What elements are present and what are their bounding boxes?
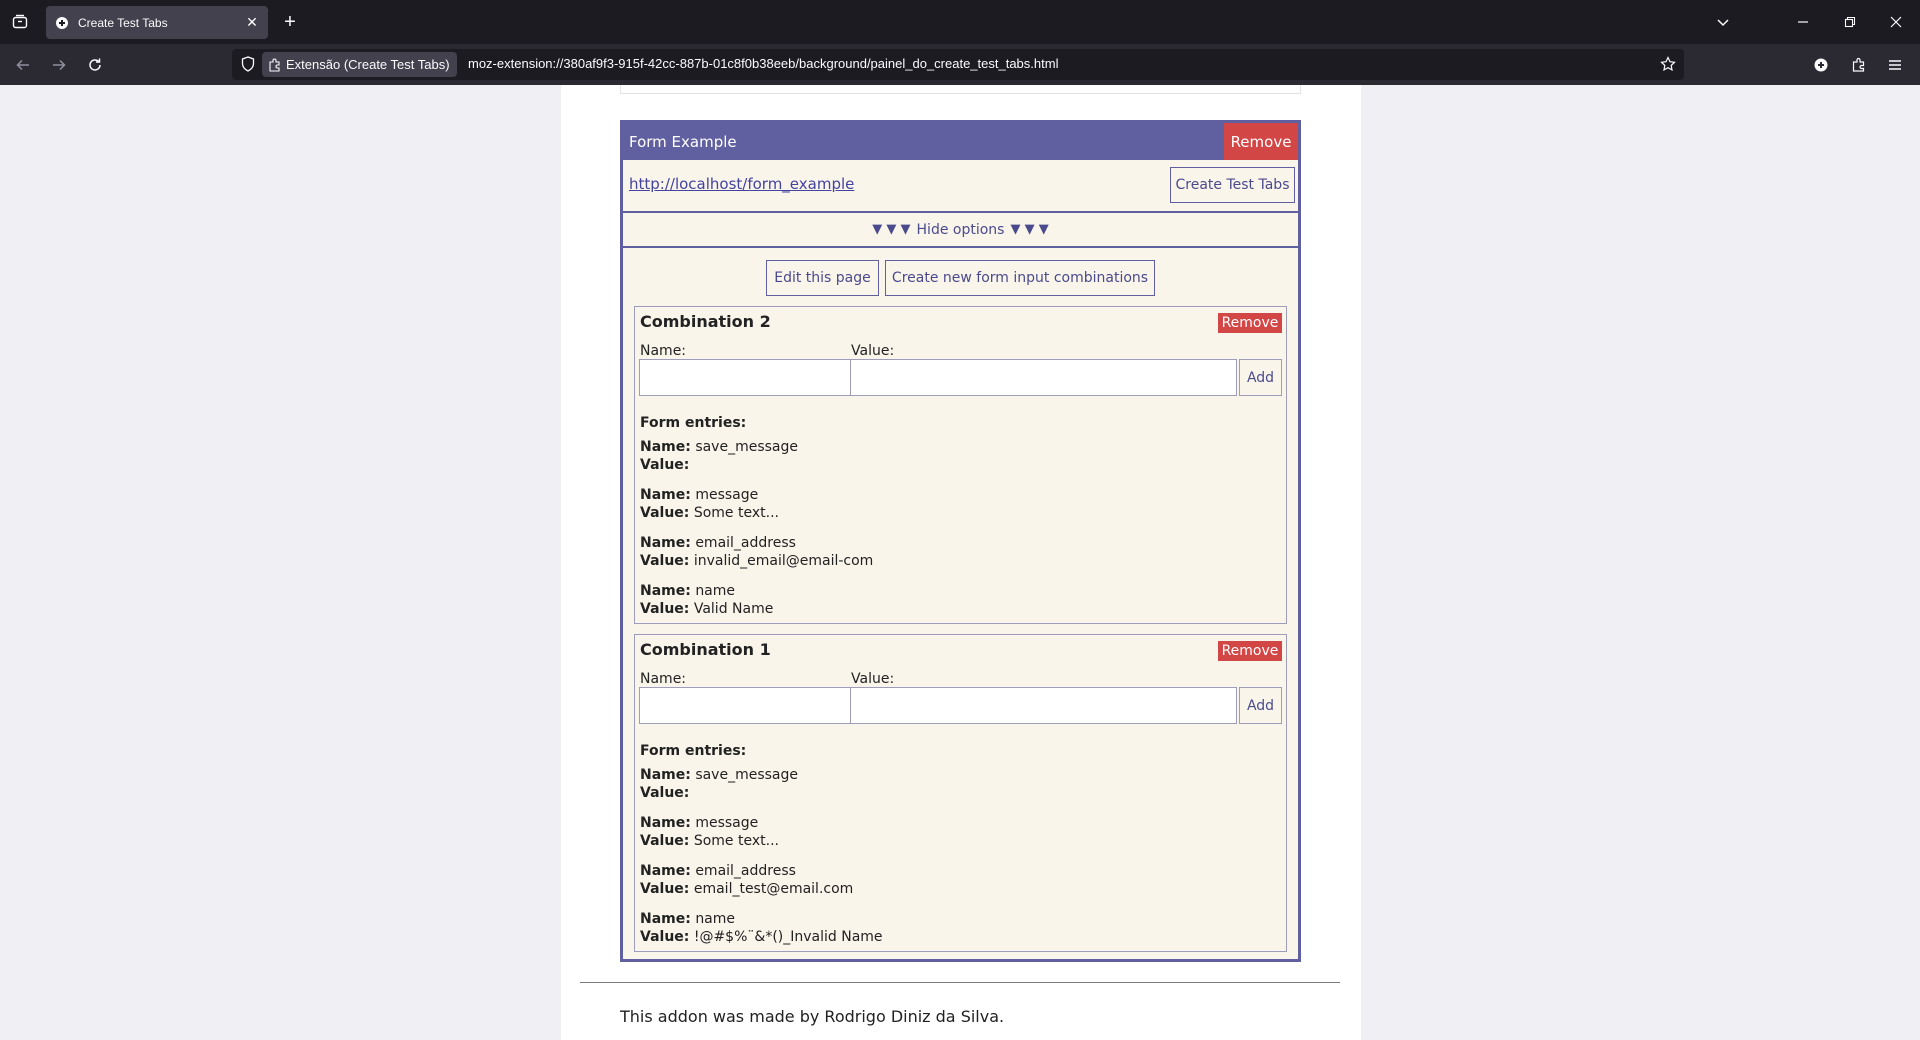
navigation-bar: Extensão (Create Test Tabs) moz-extensio…: [0, 44, 1920, 85]
name-label: Name:: [640, 343, 687, 359]
entry-value-key: Value:: [640, 601, 690, 617]
entry-value-key: Value:: [640, 553, 690, 569]
form-entry: Name: name Value: Valid Name: [640, 582, 773, 618]
entry-name-key: Name:: [640, 439, 691, 455]
entry-name: message: [695, 487, 759, 503]
form-entry: Name: email_address Value: email_test@em…: [640, 862, 853, 898]
close-window-icon[interactable]: [1884, 10, 1908, 34]
close-tab-icon[interactable]: ✕: [244, 14, 260, 31]
entry-name-key: Name:: [640, 863, 691, 879]
form-entry: Name: save_message Value:: [640, 438, 798, 474]
create-test-tabs-button[interactable]: Create Test Tabs: [1170, 167, 1295, 203]
entry-name: save_message: [695, 767, 799, 783]
entry-name: email_address: [695, 535, 796, 551]
combination-card: Combination 1 Remove Name: Value: Add Fo…: [634, 634, 1287, 952]
entry-name-key: Name:: [640, 487, 691, 503]
test-tab-card: Form Example Remove http://localhost/for…: [620, 120, 1301, 962]
entry-name: save_message: [695, 439, 799, 455]
extension-chip-label: Extensão (Create Test Tabs): [286, 57, 450, 72]
value-input[interactable]: [850, 687, 1237, 724]
menu-icon[interactable]: [1882, 52, 1908, 78]
card-header: Form Example Remove: [623, 123, 1298, 160]
remove-combination-button[interactable]: Remove: [1218, 641, 1282, 661]
entry-value-key: Value:: [640, 785, 690, 801]
form-entry: Name: message Value: Some text...: [640, 486, 779, 522]
previous-card-edge: [620, 85, 1301, 94]
restore-icon[interactable]: [1838, 10, 1862, 34]
hide-options-toggle[interactable]: ▼ ▼ ▼ Hide options ▼ ▼ ▼: [623, 213, 1298, 248]
card-url-row: http://localhost/form_example Create Tes…: [623, 160, 1298, 213]
reload-icon[interactable]: [82, 52, 108, 78]
toggle-arrows-right: ▼ ▼ ▼: [1010, 222, 1049, 237]
entry-name: name: [695, 583, 736, 599]
entry-value: Some text...: [693, 505, 779, 521]
combination-title: Combination 2: [640, 312, 771, 331]
form-entry: Name: email_address Value: invalid_email…: [640, 534, 873, 570]
card-title: Form Example: [629, 133, 737, 151]
entry-value: Valid Name: [693, 601, 774, 617]
tab-title: Create Test Tabs: [78, 15, 168, 30]
form-entries-heading: Form entries:: [640, 743, 747, 759]
entry-name: message: [695, 815, 759, 831]
entry-name-key: Name:: [640, 583, 691, 599]
form-entries-heading: Form entries:: [640, 415, 747, 431]
new-tab-icon[interactable]: +: [278, 10, 302, 34]
entry-value: !@#$%¨&*()_Invalid Name: [693, 929, 883, 945]
back-icon[interactable]: [10, 52, 36, 78]
shield-icon[interactable]: [238, 54, 258, 74]
footer-credit: This addon was made by Rodrigo Diniz da …: [620, 1007, 1005, 1026]
tab-create-test-tabs[interactable]: Create Test Tabs ✕: [46, 6, 268, 39]
toggle-label: Hide options: [916, 221, 1005, 238]
extensions-icon[interactable]: [1846, 52, 1872, 78]
value-label: Value:: [851, 343, 895, 359]
minimize-icon[interactable]: [1791, 10, 1815, 34]
extension-identity-chip[interactable]: Extensão (Create Test Tabs): [262, 52, 457, 77]
list-all-tabs-icon[interactable]: [1711, 10, 1735, 34]
remove-combination-button[interactable]: Remove: [1218, 313, 1282, 333]
page-column: Form Example Remove http://localhost/for…: [561, 85, 1361, 1040]
puzzle-icon: [268, 58, 282, 72]
bookmark-star-icon[interactable]: [1658, 54, 1678, 74]
form-entry: Name: name Value: !@#$%¨&*()_Invalid Nam…: [640, 910, 883, 946]
value-label: Value:: [851, 671, 895, 687]
forward-icon[interactable]: [46, 52, 72, 78]
tab-list-icon[interactable]: [8, 10, 32, 34]
create-combinations-button[interactable]: Create new form input combinations: [885, 260, 1155, 296]
entry-name-key: Name:: [640, 767, 691, 783]
entry-value-key: Value:: [640, 929, 690, 945]
footer-divider: [580, 982, 1340, 983]
add-entry-button[interactable]: Add: [1239, 359, 1282, 396]
entry-name-key: Name:: [640, 815, 691, 831]
entry-name: email_address: [695, 863, 796, 879]
entry-value-key: Value:: [640, 881, 690, 897]
entry-name: name: [695, 911, 736, 927]
entry-value-key: Value:: [640, 833, 690, 849]
entry-name-key: Name:: [640, 535, 691, 551]
remove-card-button[interactable]: Remove: [1224, 123, 1298, 160]
toggle-arrows-left: ▼ ▼ ▼: [872, 222, 911, 237]
combination-card: Combination 2 Remove Name: Value: Add Fo…: [634, 306, 1287, 624]
name-input[interactable]: [639, 687, 851, 724]
url-bar[interactable]: Extensão (Create Test Tabs) moz-extensio…: [232, 49, 1684, 80]
form-entry: Name: message Value: Some text...: [640, 814, 779, 850]
privacy-icon[interactable]: [1808, 52, 1834, 78]
name-input[interactable]: [639, 359, 851, 396]
name-label: Name:: [640, 671, 687, 687]
edit-page-button[interactable]: Edit this page: [766, 260, 879, 296]
entry-value: Some text...: [693, 833, 779, 849]
extension-puzzle-icon: [54, 15, 70, 31]
entry-value: email_test@email.com: [693, 881, 854, 897]
tab-bar: Create Test Tabs ✕ +: [0, 0, 1920, 44]
page-viewport: Form Example Remove http://localhost/for…: [0, 85, 1920, 1040]
add-entry-button[interactable]: Add: [1239, 687, 1282, 724]
combination-title: Combination 1: [640, 640, 771, 659]
entry-value-key: Value:: [640, 505, 690, 521]
entry-value-key: Value:: [640, 457, 690, 473]
url-text[interactable]: moz-extension://380af9f3-915f-42cc-887b-…: [468, 56, 1058, 71]
entry-name-key: Name:: [640, 911, 691, 927]
value-input[interactable]: [850, 359, 1237, 396]
card-url-link[interactable]: http://localhost/form_example: [629, 175, 854, 193]
entry-value: invalid_email@email-com: [693, 553, 874, 569]
form-entry: Name: save_message Value:: [640, 766, 798, 802]
